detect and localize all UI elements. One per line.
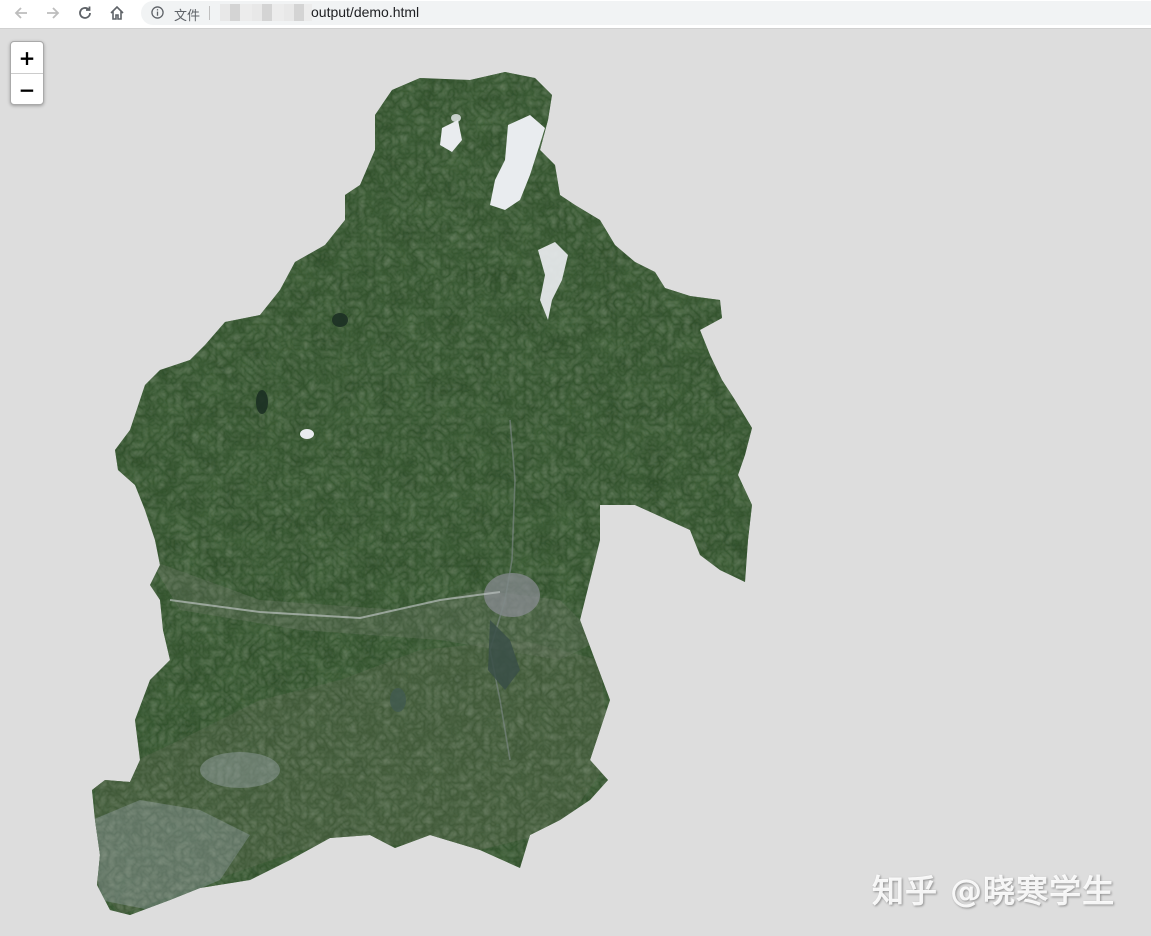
reload-icon <box>79 6 91 19</box>
home-button[interactable] <box>104 1 130 25</box>
back-button[interactable] <box>8 1 34 25</box>
watermark-text: 知乎 @晓寒学生 <box>872 872 1116 910</box>
file-scheme-label: 文件 <box>174 9 201 24</box>
zoom-out-button[interactable]: − <box>11 74 43 104</box>
arrow-left-icon <box>14 7 27 19</box>
browser-toolbar: 文件 output/demo.html <box>0 0 1151 29</box>
home-icon <box>110 5 124 20</box>
reload-button[interactable] <box>72 1 98 25</box>
info-circle-icon[interactable] <box>151 6 164 19</box>
map-container[interactable] <box>0 30 1151 936</box>
redacted-path <box>220 4 312 21</box>
region-imagery <box>92 72 752 915</box>
arrow-right-icon <box>47 7 60 19</box>
address-bar[interactable]: 文件 output/demo.html <box>141 1 1151 25</box>
address-separator <box>209 6 210 20</box>
zoom-control: + − <box>10 41 44 105</box>
satellite-map-layer[interactable] <box>0 30 1151 936</box>
forward-button[interactable] <box>40 1 66 25</box>
url-text[interactable]: output/demo.html <box>311 4 419 20</box>
zoom-in-button[interactable]: + <box>11 42 43 74</box>
